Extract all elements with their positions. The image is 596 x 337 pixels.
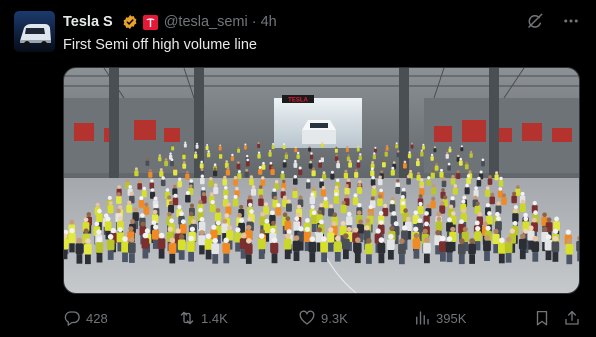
factory-crowd-photo: TESLA — [64, 68, 579, 293]
bookmark-button[interactable] — [533, 308, 551, 328]
more-icon[interactable] — [562, 12, 580, 30]
reply-button[interactable]: 428 — [63, 308, 108, 328]
verified-badge-icon — [122, 14, 138, 30]
grok-icon[interactable] — [526, 12, 544, 30]
display-name[interactable]: Tesla S — [63, 14, 113, 30]
share-button[interactable] — [563, 308, 581, 328]
tesla-affiliate-badge-icon[interactable] — [142, 14, 158, 30]
post-text: First Semi off high volume line — [63, 37, 257, 53]
view-count: 395K — [436, 310, 467, 326]
repost-button[interactable]: 1.4K — [178, 308, 228, 328]
post[interactable]: Tesla S @tesla_semi · 4h First Semi off … — [0, 0, 596, 337]
separator-dot: · — [251, 14, 257, 30]
repost-count: 1.4K — [201, 310, 228, 326]
header-actions — [526, 12, 580, 30]
avatar[interactable] — [14, 11, 55, 52]
post-header: Tesla S @tesla_semi · 4h — [63, 13, 277, 31]
engagement-bar: 428 1.4K 9.3K 395K — [63, 308, 580, 328]
tesla-sign: TESLA — [288, 98, 308, 104]
repost-icon — [180, 311, 194, 325]
views-chart-icon — [416, 311, 429, 325]
views-button[interactable]: 395K — [413, 308, 466, 328]
handle[interactable]: @tesla_semi — [164, 14, 248, 30]
share-icon — [565, 310, 579, 325]
reply-count: 428 — [86, 310, 108, 326]
reply-icon — [64, 311, 80, 326]
timestamp[interactable]: 4h — [261, 14, 277, 30]
like-button[interactable]: 9.3K — [298, 308, 348, 328]
bookmark-icon — [536, 310, 548, 326]
heart-icon — [299, 310, 315, 325]
tesla-semi-avatar-image — [14, 11, 55, 52]
post-image[interactable]: TESLA — [63, 67, 580, 294]
like-count: 9.3K — [321, 310, 348, 326]
